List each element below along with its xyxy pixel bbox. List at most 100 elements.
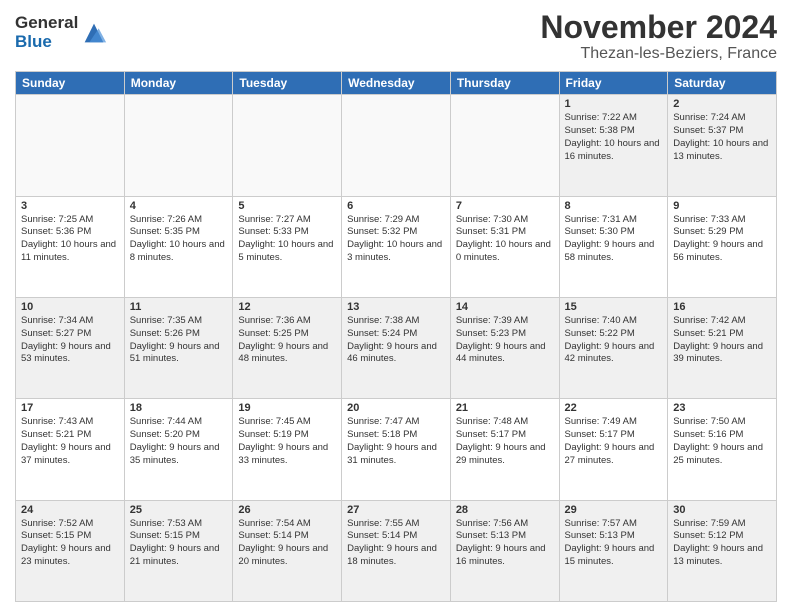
table-row [124,95,233,196]
col-saturday: Saturday [668,72,777,95]
table-row: 2 Sunrise: 7:24 AMSunset: 5:37 PMDaylight… [668,95,777,196]
day-number: 9 [673,200,771,212]
day-info: Sunrise: 7:54 AMSunset: 5:14 PMDaylight:… [238,518,336,569]
day-info: Sunrise: 7:38 AMSunset: 5:24 PMDaylight:… [347,315,445,366]
table-row: 26 Sunrise: 7:54 AMSunset: 5:14 PMDayligh… [233,500,342,601]
month-title: November 2024 [540,10,777,45]
day-info: Sunrise: 7:57 AMSunset: 5:13 PMDaylight:… [565,518,663,569]
table-row: 24 Sunrise: 7:52 AMSunset: 5:15 PMDayligh… [16,500,125,601]
day-info: Sunrise: 7:47 AMSunset: 5:18 PMDaylight:… [347,416,445,467]
calendar-week-row: 10 Sunrise: 7:34 AMSunset: 5:27 PMDayligh… [16,297,777,398]
logo: General Blue [15,14,108,51]
table-row: 18 Sunrise: 7:44 AMSunset: 5:20 PMDayligh… [124,399,233,500]
day-number: 28 [456,504,554,516]
table-row: 3 Sunrise: 7:25 AMSunset: 5:36 PMDaylight… [16,196,125,297]
table-row: 23 Sunrise: 7:50 AMSunset: 5:16 PMDayligh… [668,399,777,500]
day-number: 13 [347,301,445,313]
table-row: 17Sunrise: 7:43 AMSunset: 5:21 PMDayligh… [16,399,125,500]
table-row: 5Sunrise: 7:27 AMSunset: 5:33 PMDaylight… [233,196,342,297]
day-number: 11 [130,301,228,313]
table-row: 22 Sunrise: 7:49 AMSunset: 5:17 PMDayligh… [559,399,668,500]
day-number: 24 [21,504,119,516]
header: General Blue November 2024 Thezan-les-Be… [15,10,777,63]
day-info: Sunrise: 7:59 AMSunset: 5:12 PMDaylight:… [673,518,771,569]
day-number: 8 [565,200,663,212]
calendar-header-row: Sunday Monday Tuesday Wednesday Thursday… [16,72,777,95]
calendar-week-row: 17Sunrise: 7:43 AMSunset: 5:21 PMDayligh… [16,399,777,500]
table-row: 11 Sunrise: 7:35 AMSunset: 5:26 PMDayligh… [124,297,233,398]
day-number: 2 [673,98,771,110]
table-row: 20 Sunrise: 7:47 AMSunset: 5:18 PMDayligh… [342,399,451,500]
table-row [16,95,125,196]
day-info: Sunrise: 7:49 AMSunset: 5:17 PMDaylight:… [565,416,663,467]
logo-icon [80,19,108,47]
day-info: Sunrise: 7:55 AMSunset: 5:14 PMDaylight:… [347,518,445,569]
day-info: Sunrise: 7:36 AMSunset: 5:25 PMDaylight:… [238,315,336,366]
day-info: Sunrise: 7:31 AMSunset: 5:30 PMDaylight:… [565,214,663,265]
table-row: 19 Sunrise: 7:45 AMSunset: 5:19 PMDayligh… [233,399,342,500]
col-monday: Monday [124,72,233,95]
table-row: 13 Sunrise: 7:38 AMSunset: 5:24 PMDayligh… [342,297,451,398]
col-sunday: Sunday [16,72,125,95]
day-number: 27 [347,504,445,516]
logo-text: General Blue [15,14,78,51]
day-number: 21 [456,402,554,414]
day-number: 22 [565,402,663,414]
day-number: 15 [565,301,663,313]
table-row: 28 Sunrise: 7:56 AMSunset: 5:13 PMDayligh… [450,500,559,601]
day-info: Sunrise: 7:52 AMSunset: 5:15 PMDaylight:… [21,518,119,569]
table-row: 10 Sunrise: 7:34 AMSunset: 5:27 PMDayligh… [16,297,125,398]
day-number: 25 [130,504,228,516]
calendar: Sunday Monday Tuesday Wednesday Thursday… [15,71,777,602]
day-number: 14 [456,301,554,313]
table-row [450,95,559,196]
table-row: 9 Sunrise: 7:33 AMSunset: 5:29 PMDaylight… [668,196,777,297]
col-tuesday: Tuesday [233,72,342,95]
day-info: Sunrise: 7:24 AMSunset: 5:37 PMDaylight:… [673,112,771,163]
table-row: 6Sunrise: 7:29 AMSunset: 5:32 PMDaylight… [342,196,451,297]
day-info: Sunrise: 7:40 AMSunset: 5:22 PMDaylight:… [565,315,663,366]
day-info: Sunrise: 7:34 AMSunset: 5:27 PMDaylight:… [21,315,119,366]
table-row: 27 Sunrise: 7:55 AMSunset: 5:14 PMDayligh… [342,500,451,601]
col-thursday: Thursday [450,72,559,95]
day-number: 3 [21,200,119,212]
col-wednesday: Wednesday [342,72,451,95]
day-number: 18 [130,402,228,414]
day-number: 30 [673,504,771,516]
day-info: Sunrise: 7:35 AMSunset: 5:26 PMDaylight:… [130,315,228,366]
day-number: 10 [21,301,119,313]
day-number: 19 [238,402,336,414]
table-row: 30 Sunrise: 7:59 AMSunset: 5:12 PMDayligh… [668,500,777,601]
table-row: 16Sunrise: 7:42 AMSunset: 5:21 PMDayligh… [668,297,777,398]
logo-blue: Blue [15,33,78,52]
table-row: 25Sunrise: 7:53 AMSunset: 5:15 PMDayligh… [124,500,233,601]
day-info: Sunrise: 7:39 AMSunset: 5:23 PMDaylight:… [456,315,554,366]
col-friday: Friday [559,72,668,95]
day-number: 23 [673,402,771,414]
day-info: Sunrise: 7:45 AMSunset: 5:19 PMDaylight:… [238,416,336,467]
calendar-week-row: 1 Sunrise: 7:22 AMSunset: 5:38 PMDaylight… [16,95,777,196]
table-row: 14 Sunrise: 7:39 AMSunset: 5:23 PMDayligh… [450,297,559,398]
title-section: November 2024 Thezan-les-Beziers, France [540,10,777,63]
day-number: 6 [347,200,445,212]
day-info: Sunrise: 7:43 AMSunset: 5:21 PMDaylight:… [21,416,119,467]
logo-general: General [15,14,78,33]
day-info: Sunrise: 7:56 AMSunset: 5:13 PMDaylight:… [456,518,554,569]
day-info: Sunrise: 7:30 AMSunset: 5:31 PMDaylight:… [456,214,554,265]
day-number: 16 [673,301,771,313]
day-number: 12 [238,301,336,313]
day-info: Sunrise: 7:26 AMSunset: 5:35 PMDaylight:… [130,214,228,265]
table-row: 1 Sunrise: 7:22 AMSunset: 5:38 PMDaylight… [559,95,668,196]
table-row [342,95,451,196]
day-info: Sunrise: 7:22 AMSunset: 5:38 PMDaylight:… [565,112,663,163]
day-number: 20 [347,402,445,414]
day-number: 1 [565,98,663,110]
day-number: 29 [565,504,663,516]
day-info: Sunrise: 7:33 AMSunset: 5:29 PMDaylight:… [673,214,771,265]
day-info: Sunrise: 7:25 AMSunset: 5:36 PMDaylight:… [21,214,119,265]
day-info: Sunrise: 7:50 AMSunset: 5:16 PMDaylight:… [673,416,771,467]
page: General Blue November 2024 Thezan-les-Be… [0,0,792,612]
day-info: Sunrise: 7:44 AMSunset: 5:20 PMDaylight:… [130,416,228,467]
day-number: 26 [238,504,336,516]
table-row [233,95,342,196]
